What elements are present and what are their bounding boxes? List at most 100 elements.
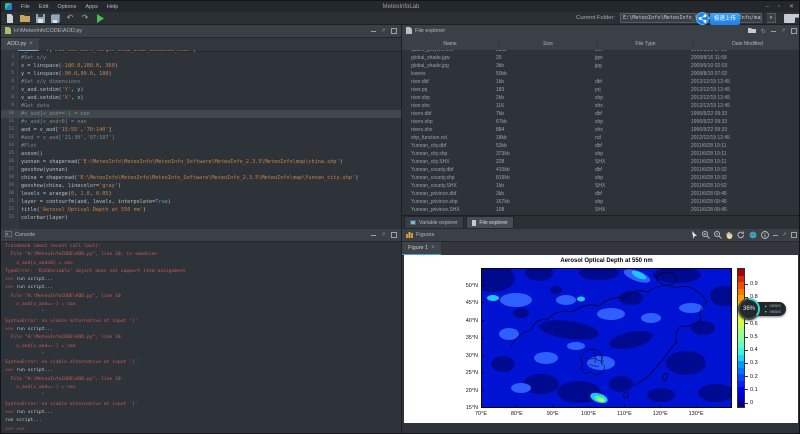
- code-line[interactable]: #v_aod[v_aod<0] = nan: [18, 118, 401, 126]
- code-line[interactable]: #v_aod[v_aod==-] = nan: [18, 110, 401, 118]
- file-row[interactable]: Yunnan_city.dbf53kbdbf2011/6/28 10:11: [402, 142, 800, 150]
- save-button[interactable]: [35, 13, 45, 23]
- code-line[interactable]: geoshow(yunnan): [18, 166, 401, 174]
- console-minimize-icon[interactable]: [371, 235, 376, 236]
- console-output[interactable]: Traceback (most recent call last): File …: [1, 241, 401, 434]
- redo-button[interactable]: ↷: [80, 13, 90, 23]
- menu-file[interactable]: File: [21, 4, 30, 10]
- net-speed-widget[interactable]: 36% ▲0KB/S ▼0KB/S: [738, 298, 786, 320]
- identify-info-icon[interactable]: [761, 231, 769, 239]
- line-number: 17: [1, 166, 17, 174]
- file-name-cell: Yunnan_county.dbf: [402, 167, 492, 173]
- file-row[interactable]: Yunnan_county.SHX1kbSHX2011/6/28 10:52: [402, 182, 800, 190]
- figures-maximize-icon[interactable]: [791, 232, 798, 239]
- code-line[interactable]: title('Aerosol Optical Depth at 550 nm'): [18, 206, 401, 214]
- menu-help[interactable]: Help: [107, 4, 118, 10]
- code-line[interactable]: yunnan = shaperead('E:\MeteoInfo\MeteoIn…: [18, 158, 401, 166]
- column-date-modified[interactable]: Date Modified: [694, 41, 800, 47]
- tab-close-icon[interactable]: ×: [29, 41, 33, 47]
- file-row[interactable]: Yunnan_city.shp373kbshp2011/6/28 10:11: [402, 150, 800, 158]
- file-row[interactable]: global_shade.jpg3kbjpg2009/6/10 02:03: [402, 62, 800, 70]
- code-line[interactable]: x = linspace(-180.0,180.0, 360): [18, 62, 401, 70]
- code-editor-area[interactable]: 234567891011121314151617181920212223 v_a…: [1, 50, 401, 229]
- pan-hand-icon[interactable]: [726, 231, 733, 239]
- run-script-button[interactable]: [95, 13, 105, 23]
- code-token: 'E:\MeteoInfo\MeteoInfo\MeteoInfo_Softwa…: [80, 159, 339, 165]
- file-row[interactable]: Yunnan_county.shp819kbshp2011/6/28 10:32: [402, 174, 800, 182]
- column-name[interactable]: Name: [402, 41, 499, 47]
- code-line[interactable]: colorbar(layer): [18, 214, 401, 222]
- zoom-out-icon[interactable]: [714, 231, 722, 239]
- file-row[interactable]: Yunnan_county.dbf415kbdbf2011/6/28 10:32: [402, 166, 800, 174]
- editor-minimize-icon[interactable]: [371, 31, 376, 32]
- chevron-down-icon[interactable]: ▾: [767, 13, 776, 23]
- file-explorer-maximize-icon[interactable]: [791, 28, 798, 35]
- code-line[interactable]: axesm(): [18, 150, 401, 158]
- tab-close-icon[interactable]: ×: [431, 245, 435, 251]
- upload-overlay-badge[interactable]: 极速上传: [696, 12, 740, 25]
- minimize-button[interactable]: –: [765, 4, 768, 10]
- code-line[interactable]: china = shaperead('E:\MeteoInfo\MeteoInf…: [18, 174, 401, 182]
- column-file-type[interactable]: File Type: [598, 41, 694, 47]
- code-line[interactable]: y = linspace(-90.0,90.0, 180): [18, 70, 401, 78]
- figures-minimize-icon[interactable]: [773, 235, 778, 236]
- code-line[interactable]: #Plot: [18, 142, 401, 150]
- file-explorer-float-icon[interactable]: ↗: [781, 28, 786, 34]
- save-all-button[interactable]: [50, 13, 60, 23]
- code-line[interactable]: #Set x/y dimensions: [18, 78, 401, 86]
- current-folder-combobox[interactable]: E:\MeteoInfo\MeteoInfo_Software\MeteoInf…: [620, 13, 762, 23]
- file-row[interactable]: river.shp2kbshp2012/12/19 12:45: [402, 94, 800, 102]
- console-text: >>>: [5, 410, 16, 415]
- browse-folder-button[interactable]: [784, 14, 795, 23]
- file-row[interactable]: river.shx116shx2012/12/19 12:45: [402, 102, 800, 110]
- file-explorer-minimize-icon[interactable]: [771, 31, 776, 32]
- figures-float-icon[interactable]: ↗: [782, 232, 787, 238]
- editor-maximize-icon[interactable]: [391, 28, 398, 35]
- new-folder-icon[interactable]: [748, 27, 756, 35]
- menu-edit[interactable]: Edit: [39, 4, 48, 10]
- tab-file-explorer[interactable]: File explorer: [466, 216, 514, 229]
- code-line[interactable]: layer = contourfm(aod, levels, interpola…: [18, 198, 401, 206]
- file-row[interactable]: river.prj183prj2012/12/19 12:45: [402, 86, 800, 94]
- open-file-button[interactable]: [20, 13, 30, 23]
- pointer-tool-icon[interactable]: [691, 231, 698, 239]
- rotate-tool-icon[interactable]: [737, 231, 745, 239]
- code-line[interactable]: v_aod.setdim('X', x): [18, 94, 401, 102]
- refresh-icon[interactable]: ↻: [761, 28, 766, 35]
- file-row[interactable]: rivers.shp67kbshp1996/5/22 09:33: [402, 118, 800, 126]
- file-row[interactable]: Yunnan_privince.shp167kbshp2011/6/28 09:…: [402, 198, 800, 206]
- file-row[interactable]: Yunnan_privince.dbf3kbdbf2011/6/28 09:45: [402, 190, 800, 198]
- tab-variable-explorer[interactable]: Variable explorer: [404, 216, 464, 229]
- console-float-icon[interactable]: ↗: [381, 232, 386, 238]
- column-size[interactable]: Size: [499, 41, 598, 47]
- file-row[interactable]: Yunnan_privince.SHX108SHX2011/6/28 09:45: [402, 206, 800, 214]
- maximize-button[interactable]: ▫: [778, 4, 780, 10]
- close-button[interactable]: ✕: [789, 3, 794, 10]
- code-line[interactable]: #Set x/y: [18, 54, 401, 62]
- file-row[interactable]: rivers.shx884shx1996/5/22 09:33: [402, 126, 800, 134]
- zoom-in-icon[interactable]: [702, 231, 710, 239]
- editor-float-icon[interactable]: ↗: [381, 28, 386, 34]
- code-line[interactable]: geoshow(china, linecolor='gray'): [18, 182, 401, 190]
- menu-options[interactable]: Options: [57, 4, 76, 10]
- file-row[interactable]: shp_function.ncl18kbncl2012/12/19 12:45: [402, 134, 800, 142]
- file-row[interactable]: Yunnan_city.SHX228SHX2011/6/28 10:11: [402, 158, 800, 166]
- file-row[interactable]: lowres50kb2008/8/10 07:02: [402, 70, 800, 78]
- tab-figure-1[interactable]: Figure 1 ×: [402, 242, 441, 255]
- file-row[interactable]: river.dbf1kbdbf2012/12/19 12:45: [402, 78, 800, 86]
- file-name-cell: Yunnan_city.dbf: [402, 143, 492, 149]
- file-row[interactable]: rivers.dbf7kbdbf1996/5/22 09:33: [402, 110, 800, 118]
- file-row[interactable]: global_shade.jgw25jgw2008/8/16 11:58: [402, 54, 800, 62]
- code-line[interactable]: levels = arange(0, 1.0, 0.05): [18, 190, 401, 198]
- code-line[interactable]: aod = v_aod['15:55','70:140']: [18, 126, 401, 134]
- new-file-button[interactable]: [5, 13, 15, 23]
- globe-icon[interactable]: [749, 231, 757, 239]
- code-line[interactable]: #Get data: [18, 102, 401, 110]
- console-line: v_aod[v_aod==-] = nan: [5, 343, 401, 351]
- undo-button[interactable]: ↶: [65, 13, 75, 23]
- code-line[interactable]: v_aod.setdim('Y', y): [18, 86, 401, 94]
- code-line[interactable]: #aod = v_aod['21:30','97:107']: [18, 134, 401, 142]
- upload-app-icon: [696, 12, 709, 25]
- menu-apps[interactable]: Apps: [85, 4, 98, 10]
- console-maximize-icon[interactable]: [391, 232, 398, 239]
